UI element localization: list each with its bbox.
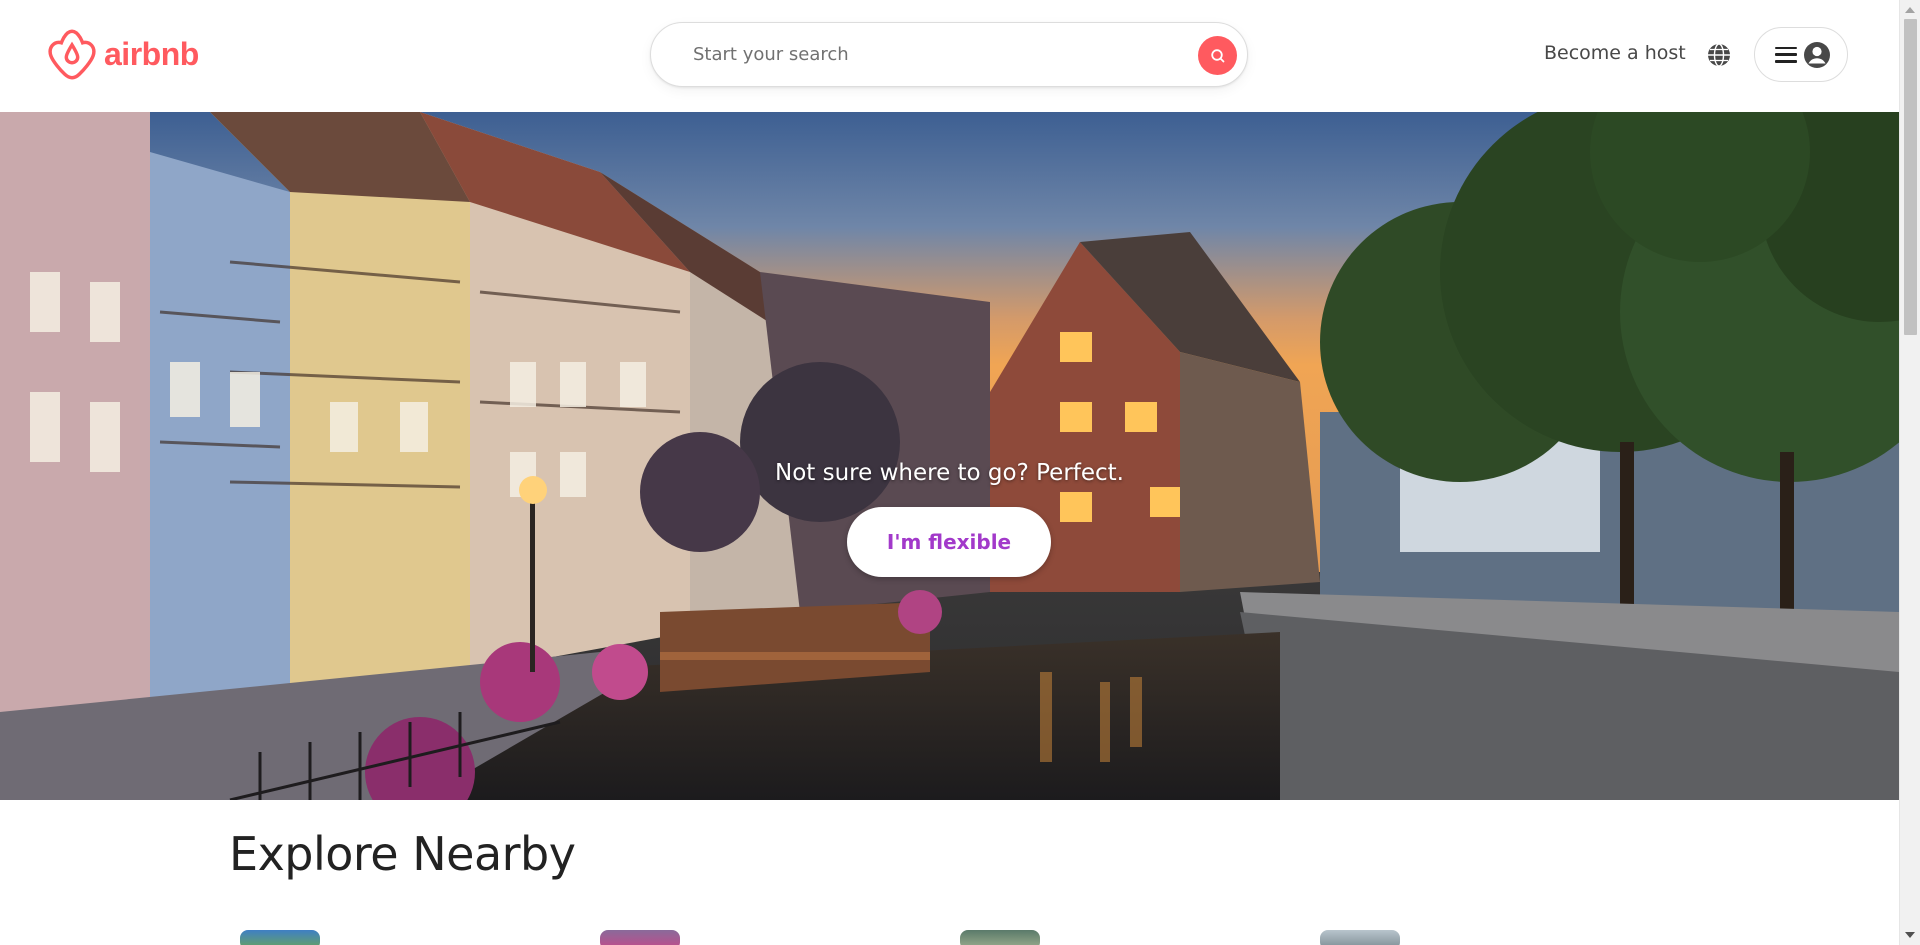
profile-menu-button[interactable] <box>1754 27 1848 82</box>
search-icon <box>1210 48 1224 62</box>
scroll-up-arrow-icon[interactable] <box>1905 7 1915 13</box>
scrollbar-thumb[interactable] <box>1904 19 1917 335</box>
become-a-host-link[interactable]: Become a host <box>1544 42 1686 64</box>
hamburger-menu-icon <box>1775 46 1797 63</box>
nearby-destination-thumbnail[interactable] <box>600 930 680 945</box>
hero-background-image <box>0 112 1899 800</box>
explore-nearby-list <box>0 930 1899 945</box>
airbnb-logo-link[interactable]: airbnb <box>48 28 199 81</box>
top-navigation-bar: airbnb Become a host <box>0 0 1899 112</box>
hero-banner: Not sure where to go? Perfect. I'm flexi… <box>0 112 1899 800</box>
hero-tagline: Not sure where to go? Perfect. <box>775 460 1124 486</box>
globe-icon[interactable] <box>1706 42 1732 68</box>
user-avatar-icon <box>1804 41 1830 68</box>
search-button[interactable] <box>1198 36 1237 75</box>
logo-wordmark: airbnb <box>104 36 199 72</box>
scroll-down-arrow-icon[interactable] <box>1905 932 1915 938</box>
search-input[interactable] <box>693 34 1163 75</box>
page: airbnb Become a host <box>0 0 1920 945</box>
explore-nearby-heading: Explore Nearby <box>229 827 576 881</box>
nearby-destination-thumbnail[interactable] <box>960 930 1040 945</box>
nearby-destination-thumbnail[interactable] <box>240 930 320 945</box>
search-bar <box>650 22 1248 87</box>
vertical-scrollbar[interactable] <box>1899 0 1920 945</box>
nearby-destination-thumbnail[interactable] <box>1320 930 1400 945</box>
airbnb-logo-icon <box>48 29 96 80</box>
im-flexible-button[interactable]: I'm flexible <box>847 507 1051 577</box>
